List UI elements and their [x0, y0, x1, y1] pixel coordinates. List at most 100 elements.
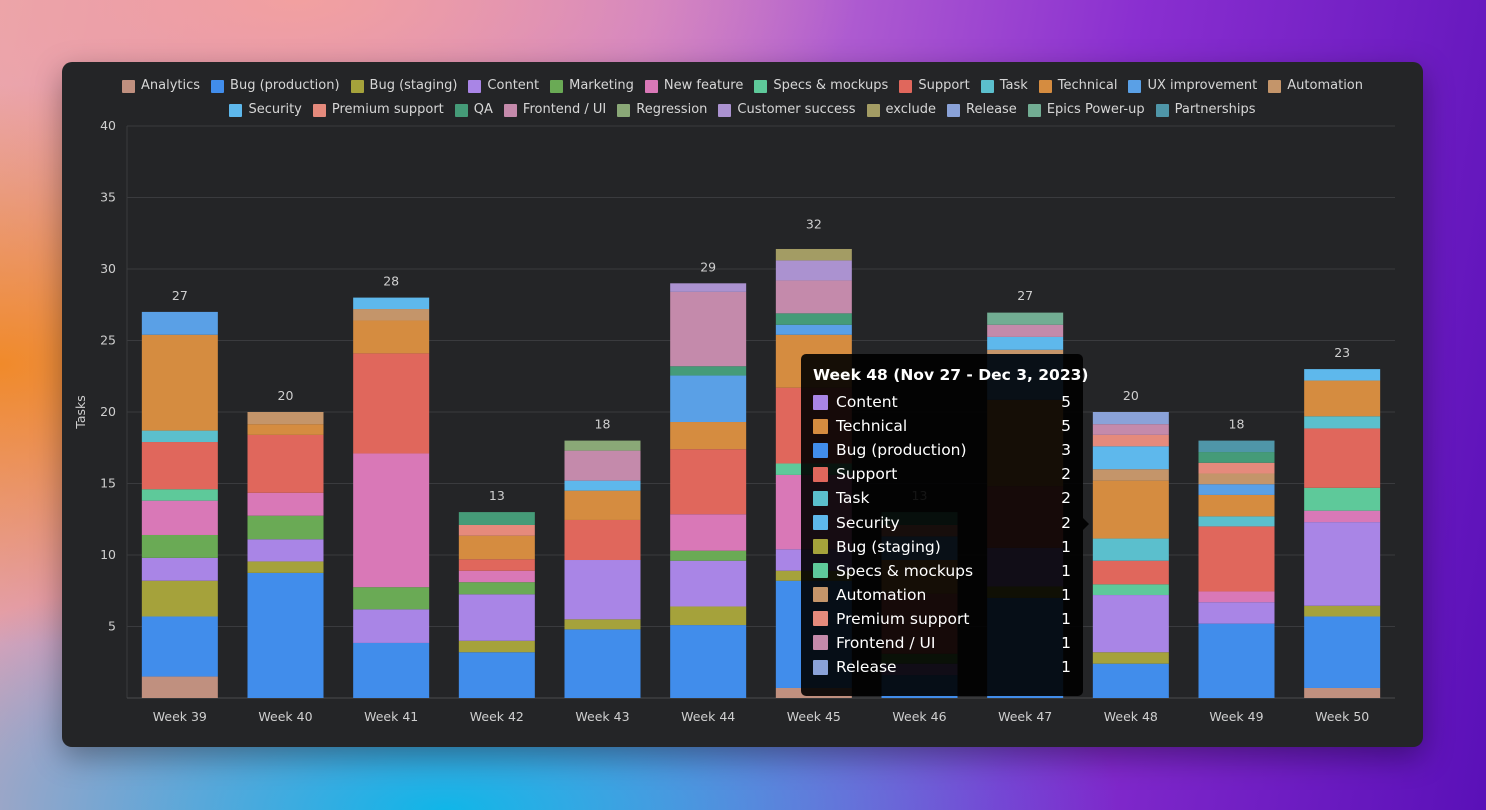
tooltip-swatch	[813, 635, 828, 651]
bar-segment-frontend-ui	[775, 280, 852, 314]
tooltip-value: 1	[1061, 609, 1071, 628]
bar-segment-frontend-ui	[564, 450, 641, 481]
tooltip-swatch	[813, 563, 828, 579]
tooltip-row-specs-mockups: Specs & mockups 1	[813, 559, 1071, 583]
x-tick-label: Week 47	[998, 709, 1052, 724]
tooltip-swatch	[813, 442, 828, 458]
tooltip-row-support: Support 2	[813, 462, 1071, 486]
bar-segment-new-feature	[1304, 510, 1381, 523]
tooltip-value: 1	[1061, 658, 1071, 677]
bar-segment-content	[564, 560, 641, 620]
bar-segment-bug-production	[141, 616, 218, 677]
tooltip-value: 5	[1061, 393, 1071, 412]
tooltip-label: Technical	[836, 417, 908, 436]
y-tick-label: 10	[100, 547, 116, 562]
bar-segment-ux-improvement	[141, 311, 218, 335]
bar-total-label: 28	[383, 274, 399, 289]
bar-segment-new-feature	[247, 492, 324, 516]
tooltip-row-premium-support: Premium support 1	[813, 607, 1071, 631]
bar-segment-bug-production	[1304, 616, 1381, 688]
tooltip-swatch	[813, 659, 828, 675]
bar-segment-support	[141, 442, 218, 490]
bar-segment-bug-staging	[670, 606, 747, 626]
bar-segment-bug-staging	[564, 619, 641, 630]
y-tick-label: 5	[108, 619, 116, 634]
stacked-bar-chart: 510152025303540Tasks27Week 3920Week 4028…	[73, 118, 1395, 724]
bar-segment-new-feature	[353, 453, 430, 588]
tooltip-label: Release	[836, 658, 897, 677]
bar-segment-technical	[458, 535, 535, 560]
bar-segment-task	[1198, 516, 1275, 527]
tooltip-swatch	[813, 611, 828, 627]
bar-segment-task	[1304, 416, 1381, 429]
tooltip-swatch	[813, 515, 828, 531]
bar-segment-support	[1198, 526, 1275, 592]
tooltip-value: 1	[1061, 537, 1071, 556]
bar-segment-bug-production	[564, 629, 641, 698]
bar-segment-ux-improvement	[775, 324, 852, 335]
tooltip-arrow	[1083, 518, 1089, 530]
bar-segment-marketing	[247, 515, 324, 540]
bar-segment-security	[1304, 369, 1381, 381]
chart-panel: Analytics Bug (production) Bug (staging) Co…	[62, 62, 1423, 747]
bar-segment-technical	[247, 424, 324, 435]
bar-segment-security	[353, 297, 430, 310]
x-tick-label: Week 44	[681, 709, 735, 724]
tooltip-value: 2	[1061, 465, 1071, 484]
y-tick-label: 35	[100, 190, 116, 205]
tooltip-value: 3	[1061, 441, 1071, 460]
bar-segment-automation	[1198, 473, 1275, 485]
bar-segment-content	[141, 557, 218, 581]
tooltip-swatch	[813, 490, 828, 506]
bar-segment-support	[247, 434, 324, 493]
bar-segment-new-feature	[141, 500, 218, 535]
tooltip-label: Bug (production)	[836, 441, 967, 460]
bar-segment-release	[1092, 412, 1169, 425]
y-axis-label: Tasks	[73, 395, 88, 430]
bar-segment-technical	[1304, 380, 1381, 417]
tooltip: Week 48 (Nov 27 - Dec 3, 2023) Content 5 T…	[801, 354, 1089, 696]
tooltip-label: Task	[836, 489, 870, 508]
bar-segment-analytics	[1304, 687, 1381, 698]
bar-segment-customer-success	[670, 283, 747, 292]
bar-segment-marketing	[141, 534, 218, 558]
tooltip-label: Automation	[836, 585, 927, 604]
bar-segment-automation	[1092, 469, 1169, 481]
bar-segment-security	[987, 336, 1064, 350]
tooltip-label: Premium support	[836, 609, 970, 628]
bar-total-label: 20	[278, 388, 294, 403]
bar-segment-frontend-ui	[987, 324, 1064, 337]
bar-segment-qa	[458, 512, 535, 525]
x-tick-label: Week 39	[153, 709, 207, 724]
x-tick-label: Week 46	[892, 709, 946, 724]
bar-segment-support	[564, 519, 641, 561]
bar-segment-marketing	[458, 582, 535, 595]
bar-segment-technical	[1198, 494, 1275, 517]
bar-segment-qa	[1198, 452, 1275, 463]
tooltip-row-task: Task 2	[813, 486, 1071, 510]
bar-segment-bug-staging	[1304, 605, 1381, 617]
tooltip-swatch	[813, 394, 828, 410]
bar-segment-automation	[247, 412, 324, 425]
bar-total-label: 29	[700, 259, 716, 274]
bar-segment-automation	[353, 309, 430, 321]
bar-segment-marketing	[353, 587, 430, 610]
bar-segment-partnerships	[1198, 440, 1275, 453]
bar-segment-specs-mockups	[141, 489, 218, 501]
bar-total-label: 13	[489, 488, 505, 503]
bar-segment-new-feature	[458, 570, 535, 583]
tooltip-value: 1	[1061, 561, 1071, 580]
tooltip-row-frontend-ui: Frontend / UI 1	[813, 631, 1071, 655]
y-tick-label: 25	[100, 333, 116, 348]
bar-segment-security	[1092, 446, 1169, 470]
bar-segment-bug-staging	[247, 561, 324, 573]
tooltip-row-bug-staging: Bug (staging) 1	[813, 535, 1071, 559]
bar-total-label: 20	[1123, 388, 1139, 403]
y-tick-label: 40	[100, 118, 116, 133]
bar-segment-technical	[353, 320, 430, 354]
bar-segment-technical	[141, 334, 218, 431]
bar-segment-content	[670, 560, 747, 607]
tooltip-swatch	[813, 466, 828, 482]
bar-segment-analytics	[141, 676, 218, 698]
tooltip-row-security: Security 2	[813, 510, 1071, 534]
